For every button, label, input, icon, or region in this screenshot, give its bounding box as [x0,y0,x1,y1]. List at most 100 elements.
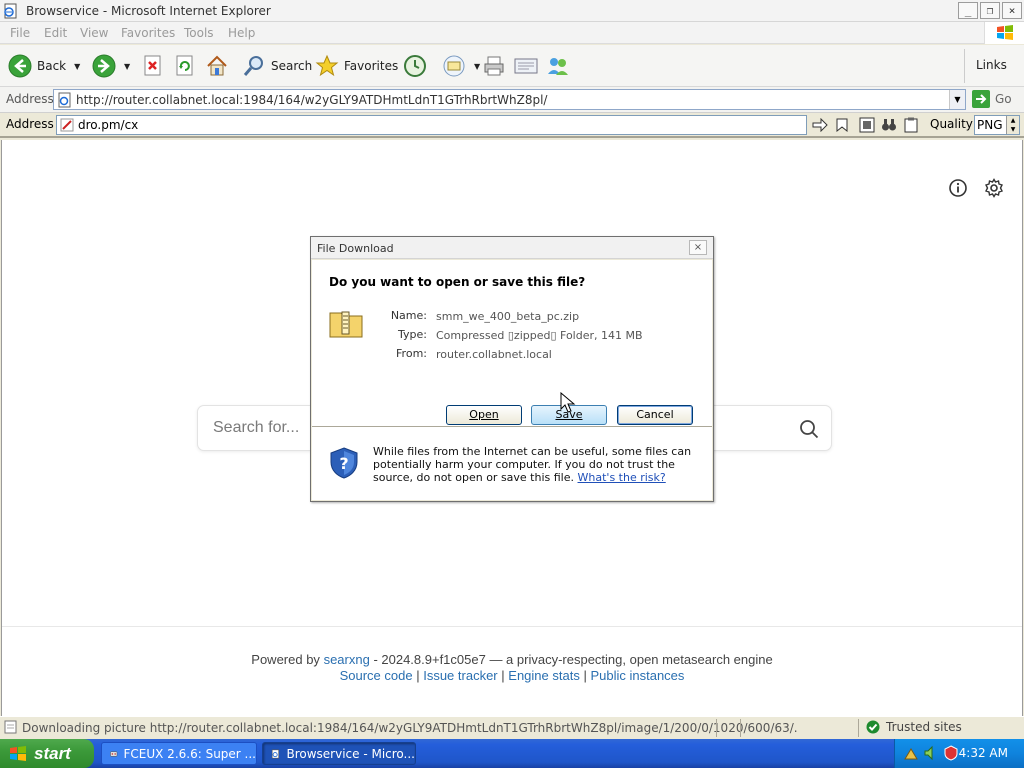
menu-view[interactable]: View [80,26,108,40]
gear-icon[interactable] [984,178,1004,198]
footer-powered-by: Powered by searxng - 2024.8.9+f1c05e7 — … [2,652,1022,667]
menu-help[interactable]: Help [228,26,255,40]
address-url: http://router.collabnet.local:1984/164/w… [76,93,548,107]
minimize-button[interactable]: _ [958,2,978,19]
powered-by-text: Powered by [251,652,320,667]
cancel-label: Cancel [636,408,674,421]
address-input[interactable]: http://router.collabnet.local:1984/164/w… [53,89,966,110]
network-tray-icon[interactable] [903,745,919,761]
close-button[interactable]: × [1002,2,1022,19]
proxy-go-button[interactable] [811,116,829,134]
messenger-button[interactable] [546,52,570,80]
footer-separator: | [583,668,587,683]
security-shield-icon: ? [330,447,358,479]
mail-dropdown-icon[interactable]: ▼ [474,62,480,71]
from-label: From: [396,347,427,360]
find-button[interactable] [880,116,898,134]
taskbar-item-fceux[interactable]: FCEUX 2.6.6: Super ... [101,742,257,765]
address-label: Address [6,92,54,106]
page-icon [58,92,71,108]
proxy-address-input[interactable]: dro.pm/cx [56,115,807,135]
public-instances-link[interactable]: Public instances [590,668,684,683]
menu-file[interactable]: File [10,26,30,40]
links-button[interactable]: Links [976,58,1007,72]
messenger-people-icon [548,58,568,75]
bookmark-icon [836,118,848,132]
stop-button[interactable] [143,52,163,80]
quality-spinner-icon[interactable]: ▲ ▼ [1006,116,1019,134]
search-placeholder: Search for... [213,419,300,436]
print-button[interactable] [482,52,506,80]
menu-bar: File Edit View Favorites Tools Help [0,22,1024,44]
favorites-star-icon [315,54,339,77]
bookmark-button[interactable] [833,116,851,134]
volume-tray-icon[interactable] [923,745,939,761]
whats-the-risk-link[interactable]: What's the risk? [578,471,666,484]
system-tray: 4:32 AM [894,739,1024,768]
engine-stats-link[interactable]: Engine stats [508,668,580,683]
restore-button[interactable]: ❐ [980,2,1000,19]
edit-button[interactable] [513,52,539,80]
image-frame-icon [859,117,875,133]
windows-flag-logo [984,22,1024,44]
home-button[interactable] [205,52,229,80]
dialog-close-button[interactable]: × [689,240,707,255]
search-label: Search [271,59,313,73]
menu-favorites[interactable]: Favorites [121,26,175,40]
version-text: - 2024.8.9+f1c05e7 — a privacy-respectin… [373,652,773,667]
favorites-button[interactable]: Favorites [315,52,398,80]
source-code-link[interactable]: Source code [340,668,413,683]
forward-button[interactable]: ▼ [92,52,130,80]
searxng-link[interactable]: searxng [324,652,370,667]
ie-page-icon [4,3,17,19]
go-button[interactable]: Go [972,90,1012,108]
search-button[interactable]: Search [242,52,312,80]
file-download-dialog: File Download × Do you want to open or s… [310,236,714,502]
refresh-button[interactable] [175,52,195,80]
file-name-value: smm_we_400_beta_pc.zip [436,310,580,323]
name-label: Name: [390,309,427,322]
windows-flag-icon [997,25,1013,40]
type-label: Type: [398,328,427,341]
screenshot-button[interactable] [858,116,876,134]
open-button[interactable]: Open [446,405,522,425]
file-type-value: Compressed ▯zipped▯ Folder, 141 MB [436,329,643,342]
issue-tracker-link[interactable]: Issue tracker [423,668,497,683]
back-button[interactable]: Back ▼ [8,52,80,80]
cancel-button[interactable]: Cancel [617,405,693,425]
fceux-app-icon [110,750,118,757]
quality-select[interactable]: PNG ▲ ▼ [974,115,1020,135]
footer-divider [2,626,1022,627]
status-separator [858,719,859,737]
title-bar: Browservice - Microsoft Internet Explore… [0,0,1024,22]
info-icon[interactable] [948,178,968,198]
taskbar: start FCEUX 2.6.6: Super ... Browservice… [0,739,1024,768]
ie-address-bar: Address http://router.collabnet.local:19… [0,87,1024,113]
security-warning: While files from the Internet can be use… [373,445,703,484]
go-label: Go [995,92,1012,106]
menu-tools[interactable]: Tools [184,26,214,40]
forward-dropdown-icon[interactable]: ▼ [124,62,130,71]
media-history-button[interactable] [403,52,427,80]
dialog-title-bar: File Download × [311,237,713,259]
window-title: Browservice - Microsoft Internet Explore… [26,4,271,18]
back-dropdown-icon[interactable]: ▼ [74,62,80,71]
security-zone[interactable]: Trusted sites [866,720,962,734]
ie-app-icon [271,749,279,758]
start-button[interactable]: start [0,739,94,768]
clipboard-button[interactable] [902,116,920,134]
search-icon[interactable] [799,419,819,439]
address-dropdown-icon[interactable]: ▼ [949,90,965,109]
back-label: Back [37,59,67,73]
clock[interactable]: 4:32 AM [959,746,1008,760]
dialog-title: File Download [317,242,394,255]
no-security-icon [60,118,74,132]
edit-page-icon [514,58,538,74]
standard-toolbar: Back ▼ ▼ Search Favorites ▼ Links [0,45,1024,87]
zip-folder-icon [329,311,363,338]
mail-button[interactable]: ▼ [442,52,480,80]
security-tray-icon[interactable] [943,745,959,761]
proxy-url: dro.pm/cx [78,118,139,132]
menu-edit[interactable]: Edit [44,26,67,40]
taskbar-item-browservice[interactable]: Browservice - Micro... [262,742,416,765]
